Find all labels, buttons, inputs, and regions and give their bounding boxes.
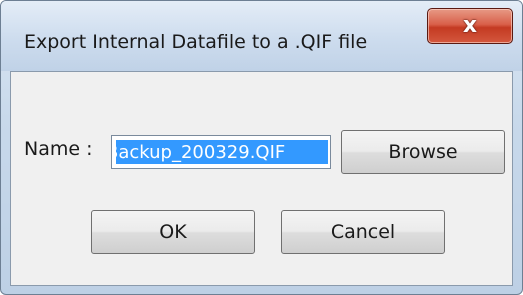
close-icon: x <box>462 13 478 38</box>
dialog-title: Export Internal Datafile to a .QIF file <box>24 31 368 53</box>
export-dialog: Export Internal Datafile to a .QIF file … <box>0 0 523 295</box>
name-field[interactable] <box>111 135 331 169</box>
title-bar[interactable]: Export Internal Datafile to a .QIF file … <box>1 1 522 71</box>
name-label: Name : <box>24 138 93 160</box>
cancel-button[interactable]: Cancel <box>281 210 445 254</box>
ok-button[interactable]: OK <box>91 210 255 254</box>
dialog-body: Name : Browse OK Cancel <box>10 71 513 286</box>
name-input[interactable] <box>112 136 330 168</box>
close-button[interactable]: x <box>427 8 513 44</box>
browse-button[interactable]: Browse <box>341 130 505 174</box>
